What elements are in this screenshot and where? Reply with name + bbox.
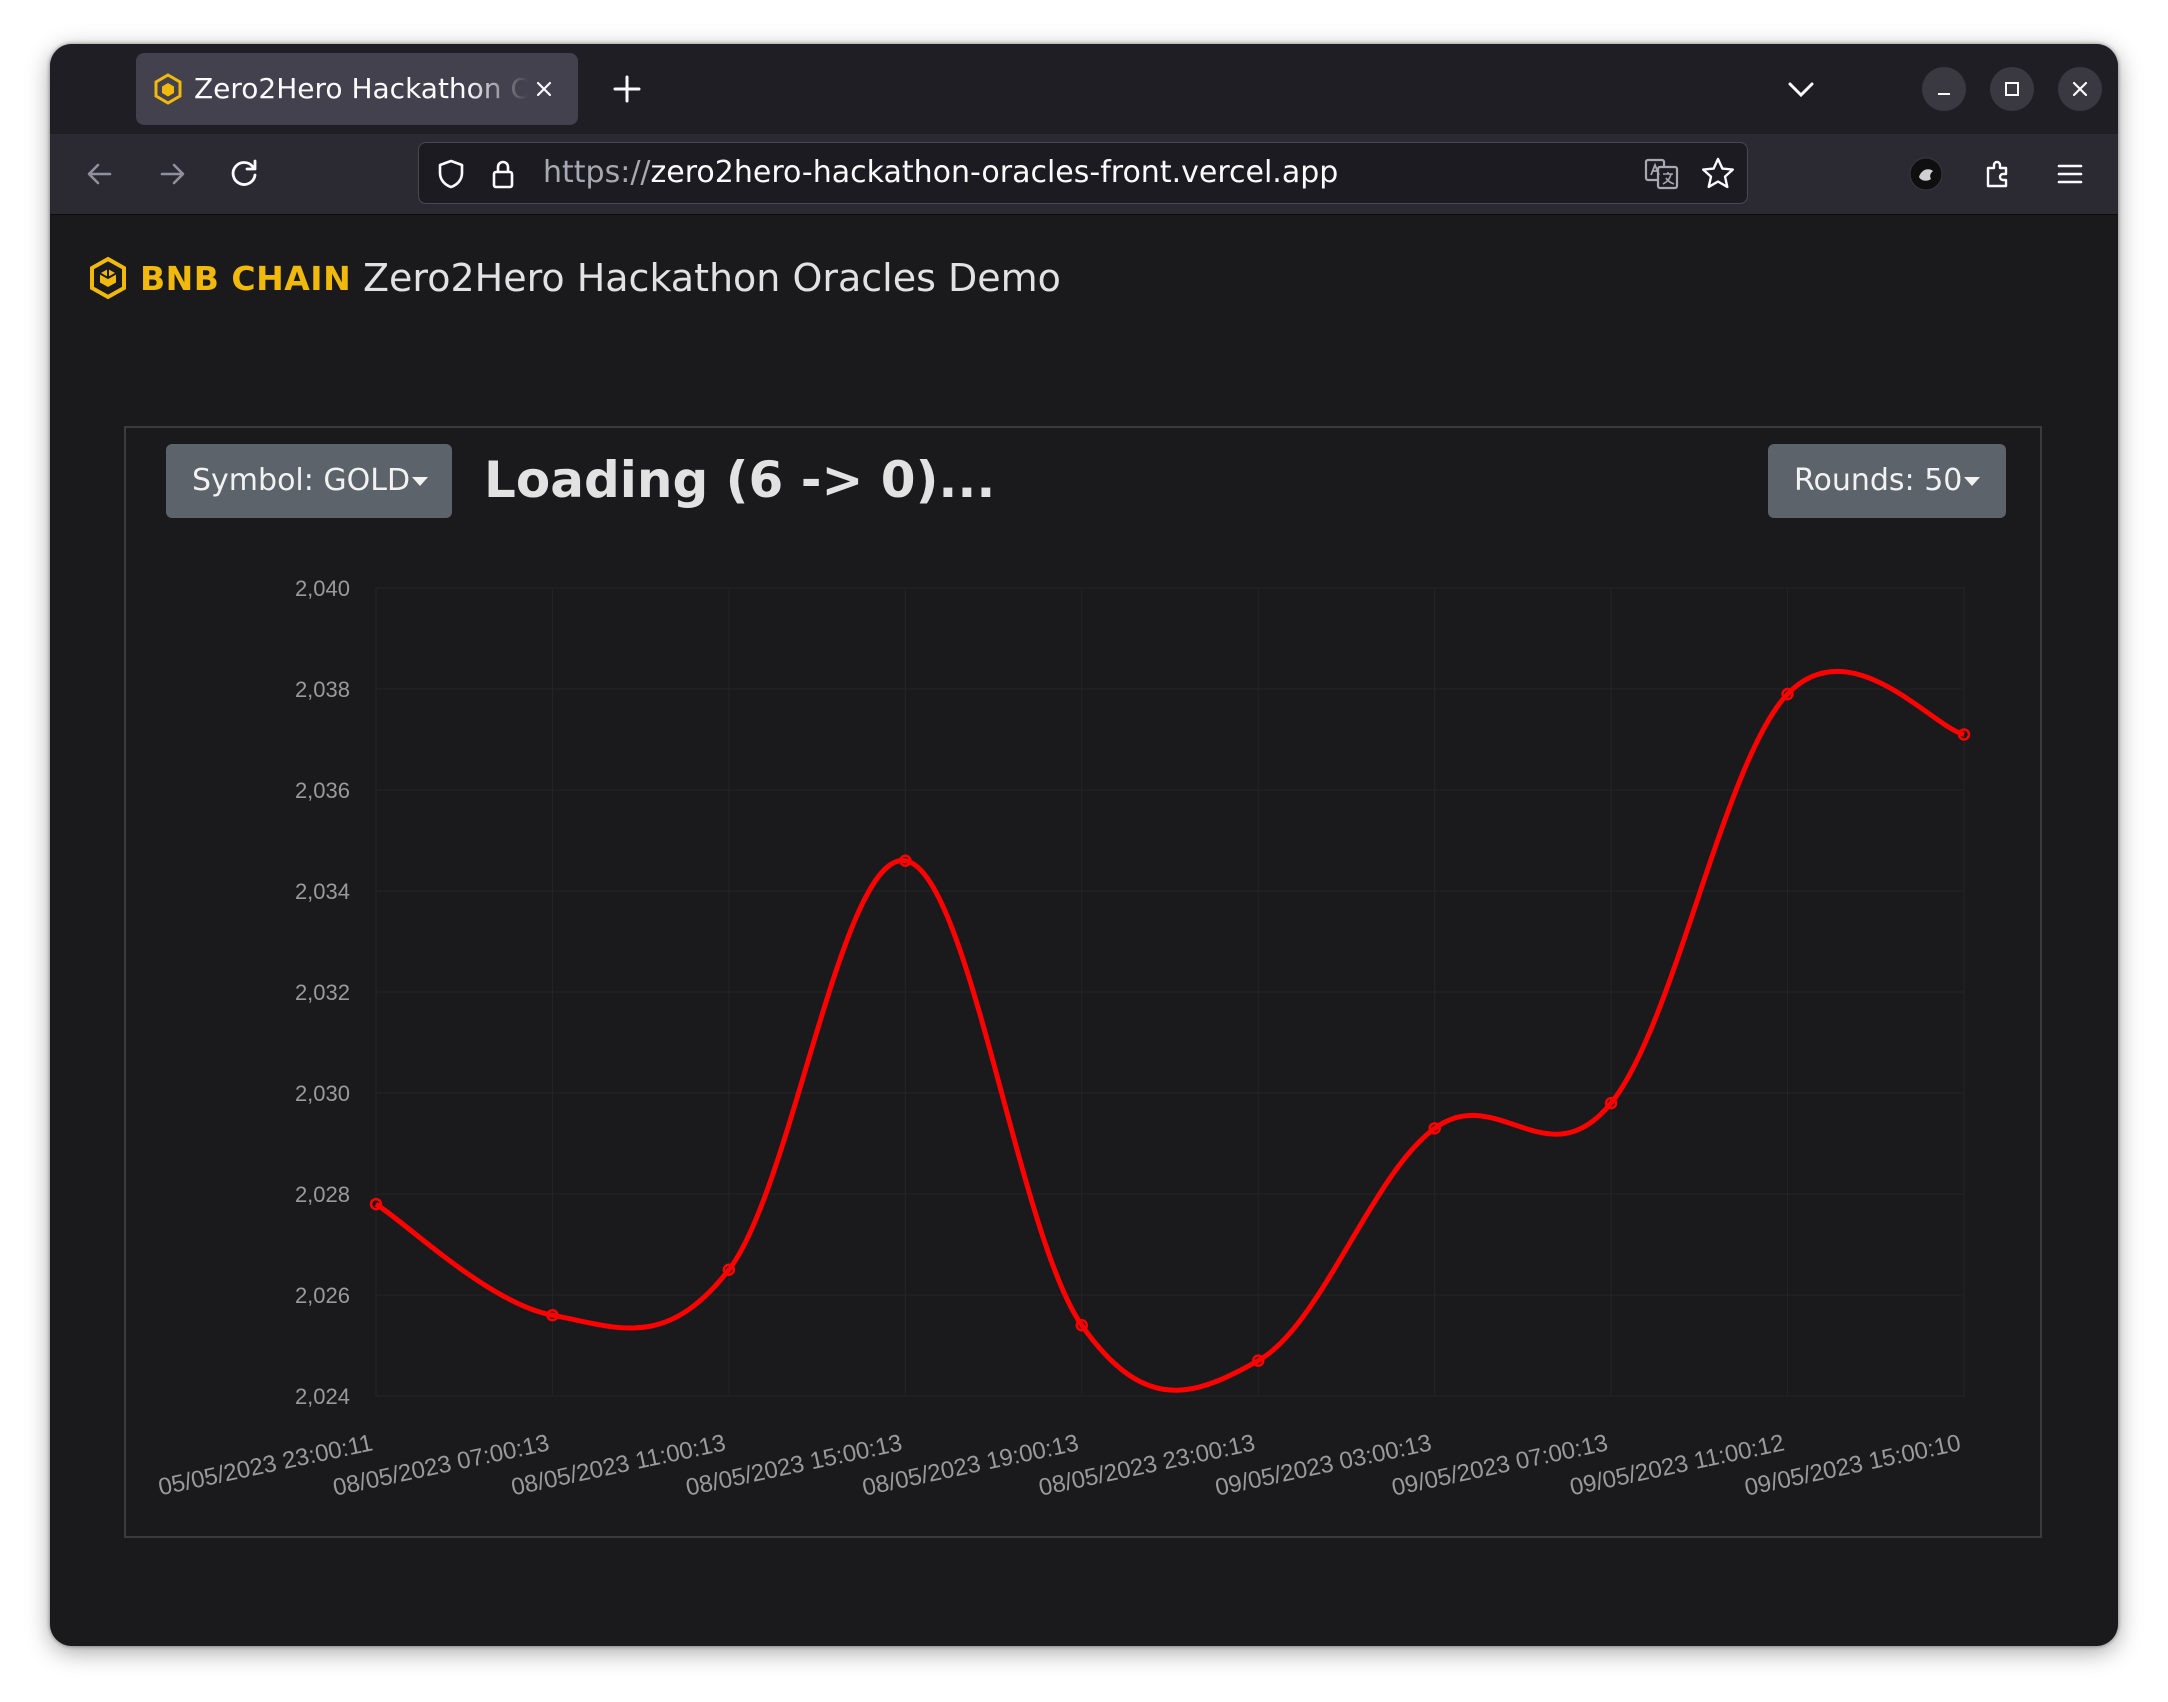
tab-title: Zero2Hero Hackathon Oracles Demo (194, 72, 528, 105)
brand-name: BNB CHAIN (140, 258, 352, 298)
maximize-icon (2005, 82, 2019, 96)
url-text[interactable]: https://zero2hero-hackathon-oracles-fron… (543, 143, 1338, 203)
close-window-button[interactable] (2058, 67, 2102, 111)
y-tick-label: 2,040 (295, 576, 350, 601)
y-tick-label: 2,036 (295, 778, 350, 803)
page-title: Zero2Hero Hackathon Oracles Demo (363, 256, 1061, 300)
account-avatar-icon[interactable] (1904, 152, 1948, 196)
bookmark-star-icon[interactable] (1699, 155, 1737, 193)
maximize-button[interactable] (1990, 67, 2034, 111)
bnb-chain-brand[interactable]: BNB CHAIN (86, 253, 351, 303)
y-tick-label: 2,030 (295, 1081, 350, 1106)
url-bar[interactable]: https://zero2hero-hackathon-oracles-fron… (418, 142, 1748, 204)
hamburger-menu-icon[interactable] (2048, 152, 2092, 196)
reload-icon[interactable] (222, 152, 266, 196)
y-tick-label: 2,024 (295, 1384, 350, 1409)
close-icon (2072, 81, 2088, 97)
series-line (374, 668, 1965, 1393)
price-line-chart: 2,024 2,026 2,028 2,030 2,032 2,034 2,036 2,038… (156, 576, 1971, 1502)
extensions-puzzle-icon[interactable] (1976, 152, 2020, 196)
active-tab[interactable]: Zero2Hero Hackathon Oracles Demo (136, 53, 578, 125)
minimize-button[interactable] (1922, 67, 1966, 111)
y-tick-label: 2,032 (295, 980, 350, 1005)
web-page: BNB CHAIN Zero2Hero Hackathon Oracles De… (50, 215, 2118, 1646)
back-arrow-icon[interactable] (78, 152, 122, 196)
minimize-icon (1938, 93, 1950, 95)
bnb-chain-logo-icon (90, 256, 126, 300)
y-tick-label: 2,038 (295, 677, 350, 702)
browser-window: Zero2Hero Hackathon Oracles Demo (50, 44, 2118, 1646)
y-tick-label: 2,034 (295, 879, 350, 904)
close-tab-icon[interactable] (530, 75, 558, 103)
new-tab-plus-icon[interactable] (602, 64, 652, 114)
tracking-protection-shield-icon[interactable] (433, 156, 469, 192)
lock-icon[interactable] (485, 156, 521, 192)
navigation-toolbar: https://zero2hero-hackathon-oracles-fron… (50, 134, 2118, 215)
list-all-tabs-chevron-icon[interactable] (1776, 64, 1826, 114)
url-host: zero2hero-hackathon-oracles-front.vercel… (650, 155, 1339, 190)
price-chart-card: Symbol: GOLD Loading (6 -> 0)... Rounds:… (124, 426, 2042, 1538)
y-tick-label: 2,026 (295, 1283, 350, 1308)
translate-icon[interactable] (1643, 156, 1681, 192)
tab-bar: Zero2Hero Hackathon Oracles Demo (50, 44, 2118, 134)
bnb-favicon-icon (154, 73, 182, 105)
url-scheme: https:// (543, 155, 651, 190)
forward-arrow-icon[interactable] (150, 152, 194, 196)
y-tick-label: 2,028 (295, 1182, 350, 1207)
